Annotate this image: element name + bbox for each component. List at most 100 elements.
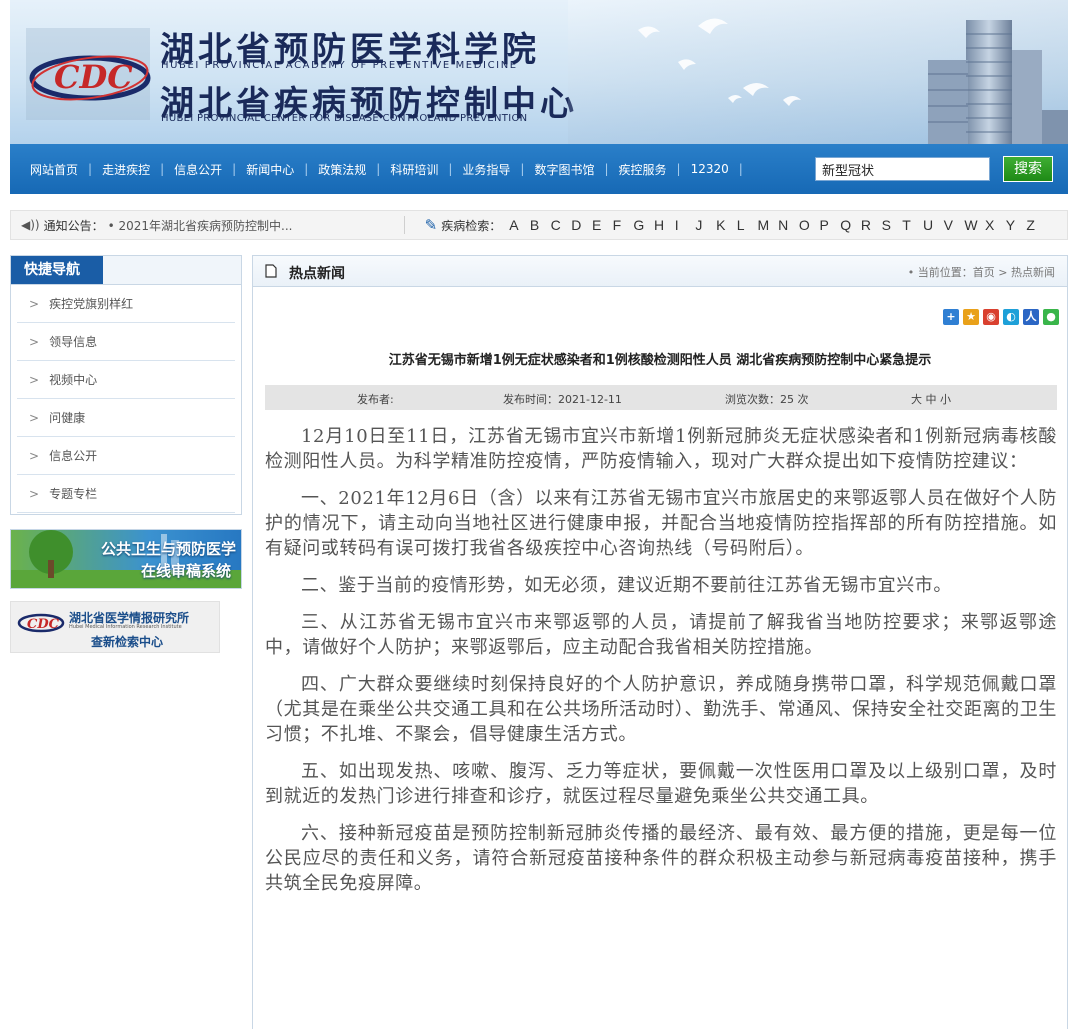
nav-research[interactable]: 科研培训: [390, 161, 438, 178]
quick-nav-title: 快捷导航: [11, 256, 103, 284]
letter-link[interactable]: S: [882, 217, 903, 233]
letter-link[interactable]: X: [985, 217, 1006, 233]
chevron-right-icon: >: [29, 487, 40, 501]
edit-icon: ✎: [424, 216, 438, 234]
letter-link[interactable]: W: [964, 217, 985, 233]
sidebar-item-leaders[interactable]: > 领导信息: [17, 324, 235, 361]
sidebar-item-video[interactable]: > 视频中心: [17, 362, 235, 399]
nav-about[interactable]: 走进疾控: [102, 161, 150, 178]
divider: [403, 216, 405, 234]
cdc-small-logo: CDC: [17, 613, 65, 633]
letter-link[interactable]: J: [695, 217, 716, 233]
sidebar-item-party[interactable]: > 疾控党旗别样红: [17, 286, 235, 323]
letter-link[interactable]: T: [902, 217, 923, 233]
journal-review-banner[interactable]: 公共卫生与预防医学 在线审稿系统: [10, 529, 242, 589]
meta-publisher: 发布者:: [357, 393, 394, 406]
article-paragraph: 二、鉴于当前的疫情形势，如无必须，建议近期不要前往江苏省无锡市宜兴市。: [301, 575, 952, 596]
letter-link[interactable]: O: [799, 217, 820, 233]
sidebar-item-label: 问健康: [49, 411, 86, 425]
nav-hotline[interactable]: 12320: [691, 162, 729, 176]
letter-link[interactable]: A: [509, 217, 530, 233]
letter-link[interactable]: P: [820, 217, 841, 233]
novelty-search-banner[interactable]: CDC 湖北省医学情报研究所 Hubei Medical Information…: [10, 601, 220, 653]
chevron-right-icon: >: [29, 335, 40, 349]
disease-search-label: 疾病检索：: [441, 218, 502, 233]
letter-index: A B C D E F G H I J K L M N O P Q R S T …: [509, 217, 1047, 233]
letter-link[interactable]: Y: [1006, 217, 1027, 233]
main-nav: 网站首页 | 走进疾控 | 信息公开 | 新闻中心 | 政策法规 | 科研培训 …: [10, 144, 1068, 194]
quick-nav-box: 快捷导航 > 疾控党旗别样红 > 领导信息 > 视频中心 > 问健康 > 信息公开 > 专题…: [10, 255, 242, 515]
letter-link[interactable]: V: [944, 217, 965, 233]
chevron-right-icon: >: [29, 373, 40, 387]
title-academy-en: HUBEI PROVINCIAL ACADEMY OF PREVENTIVE M…: [161, 60, 518, 71]
chevron-right-icon: >: [29, 449, 40, 463]
share-bar: + ★ ◉ ◐ 人 ●: [943, 309, 1059, 325]
breadcrumb[interactable]: • 当前位置：首页 > 热点新闻: [908, 264, 1055, 280]
sidebar-item-topics[interactable]: > 专题专栏: [17, 476, 235, 513]
sidebar-item-label: 专题专栏: [49, 487, 98, 501]
nav-news[interactable]: 新闻中心: [246, 161, 294, 178]
article-paragraph: 三、从江苏省无锡市宜兴市来鄂返鄂的人员，请提前了解我省当地防控要求；来鄂返鄂途中…: [265, 612, 1057, 658]
nav-library[interactable]: 数字图书馆: [534, 161, 594, 178]
section-header: 热点新闻 • 当前位置：首页 > 热点新闻: [253, 256, 1067, 287]
share-renren-icon[interactable]: 人: [1023, 309, 1039, 325]
search-button[interactable]: 搜索: [1003, 156, 1053, 182]
letter-link[interactable]: F: [613, 217, 634, 233]
letter-link[interactable]: L: [737, 217, 758, 233]
font-size-switch[interactable]: 大 中 小: [911, 391, 951, 407]
article-paragraph: 四、广大群众要继续时刻保持良好的个人防护意识，养成随身携带口罩，科学规范佩戴口罩…: [265, 674, 1057, 745]
article-title: 江苏省无锡市新增1例无症状感染者和1例核酸检测阳性人员 湖北省疾病预防控制中心紧…: [388, 353, 932, 368]
article-paragraph: 五、如出现发热、咳嗽、腹泻、乏力等症状，要佩戴一次性医用口罩及以上级别口罩，及时…: [265, 761, 1057, 807]
share-wechat-icon[interactable]: ●: [1043, 309, 1059, 325]
banner-ad-line2: 在线审稿系统: [141, 562, 232, 580]
institute-name-en: Hubei Medical Information Research Insti…: [69, 624, 182, 630]
sidebar: 快捷导航 > 疾控党旗别样红 > 领导信息 > 视频中心 > 问健康 > 信息公开 > 专题…: [10, 255, 242, 653]
document-icon: [265, 264, 277, 278]
share-more-icon[interactable]: +: [943, 309, 959, 325]
letter-link[interactable]: B: [530, 217, 551, 233]
notice-label: 通知公告：: [43, 218, 104, 233]
letter-link[interactable]: C: [551, 217, 572, 233]
meta-time: 发布时间：2021-12-11: [503, 393, 622, 406]
letter-link[interactable]: I: [675, 217, 696, 233]
banner-ad-line1: 公共卫生与预防医学: [101, 540, 237, 558]
sidebar-item-info-public[interactable]: > 信息公开: [17, 438, 235, 475]
nav-info-public[interactable]: 信息公开: [174, 161, 222, 178]
meta-views: 浏览次数：25 次: [725, 393, 809, 406]
letter-link[interactable]: M: [757, 217, 778, 233]
sidebar-item-label: 信息公开: [49, 449, 98, 463]
letter-link[interactable]: G: [633, 217, 654, 233]
banner-decoration: [568, 0, 1068, 144]
share-qq-icon[interactable]: ◐: [1003, 309, 1019, 325]
title-cdc-en: HUBEI PROVINCIAL CENTER FOR DISEASE CONT…: [161, 113, 528, 124]
sidebar-item-label: 视频中心: [49, 373, 98, 387]
share-weibo-icon[interactable]: ◉: [983, 309, 999, 325]
section-title: 热点新闻: [289, 266, 345, 282]
nav-guidance[interactable]: 业务指导: [462, 161, 510, 178]
nav-home[interactable]: 网站首页: [30, 161, 78, 178]
nav-list: 网站首页 | 走进疾控 | 信息公开 | 新闻中心 | 政策法规 | 科研培训 …: [30, 161, 743, 178]
letter-link[interactable]: E: [592, 217, 613, 233]
letter-link[interactable]: Q: [840, 217, 861, 233]
notice-ticker[interactable]: • 2021年湖北省疾病预防控制中...: [108, 217, 348, 234]
cdc-logo[interactable]: CDC: [24, 20, 154, 130]
letter-link[interactable]: N: [778, 217, 799, 233]
letter-link[interactable]: K: [716, 217, 737, 233]
article-paragraph: 六、接种新冠疫苗是预防控制新冠肺炎传播的最经济、最有效、最方便的措施，更是每一位…: [265, 823, 1057, 894]
article-paragraph: 12月10日至11日，江苏省无锡市宜兴市新增1例新冠肺炎无症状感染者和1例新冠病…: [265, 426, 1057, 472]
nav-policy[interactable]: 政策法规: [318, 161, 366, 178]
sidebar-item-label: 疾控党旗别样红: [49, 297, 134, 311]
letter-link[interactable]: U: [923, 217, 944, 233]
letter-link[interactable]: H: [654, 217, 675, 233]
letter-link[interactable]: D: [571, 217, 592, 233]
chevron-right-icon: >: [29, 411, 40, 425]
search-center-label: 查新检索中心: [91, 635, 164, 649]
page: CDC 湖北省预防医学科学院 HUBEI PROVINCIAL ACADEMY …: [10, 0, 1068, 1029]
quick-nav-header: 快捷导航: [11, 256, 241, 285]
letter-link[interactable]: R: [861, 217, 882, 233]
sidebar-item-health-qa[interactable]: > 问健康: [17, 400, 235, 437]
search-input[interactable]: [815, 157, 990, 181]
letter-link[interactable]: Z: [1026, 217, 1047, 233]
share-qzone-icon[interactable]: ★: [963, 309, 979, 325]
nav-services[interactable]: 疾控服务: [619, 161, 667, 178]
